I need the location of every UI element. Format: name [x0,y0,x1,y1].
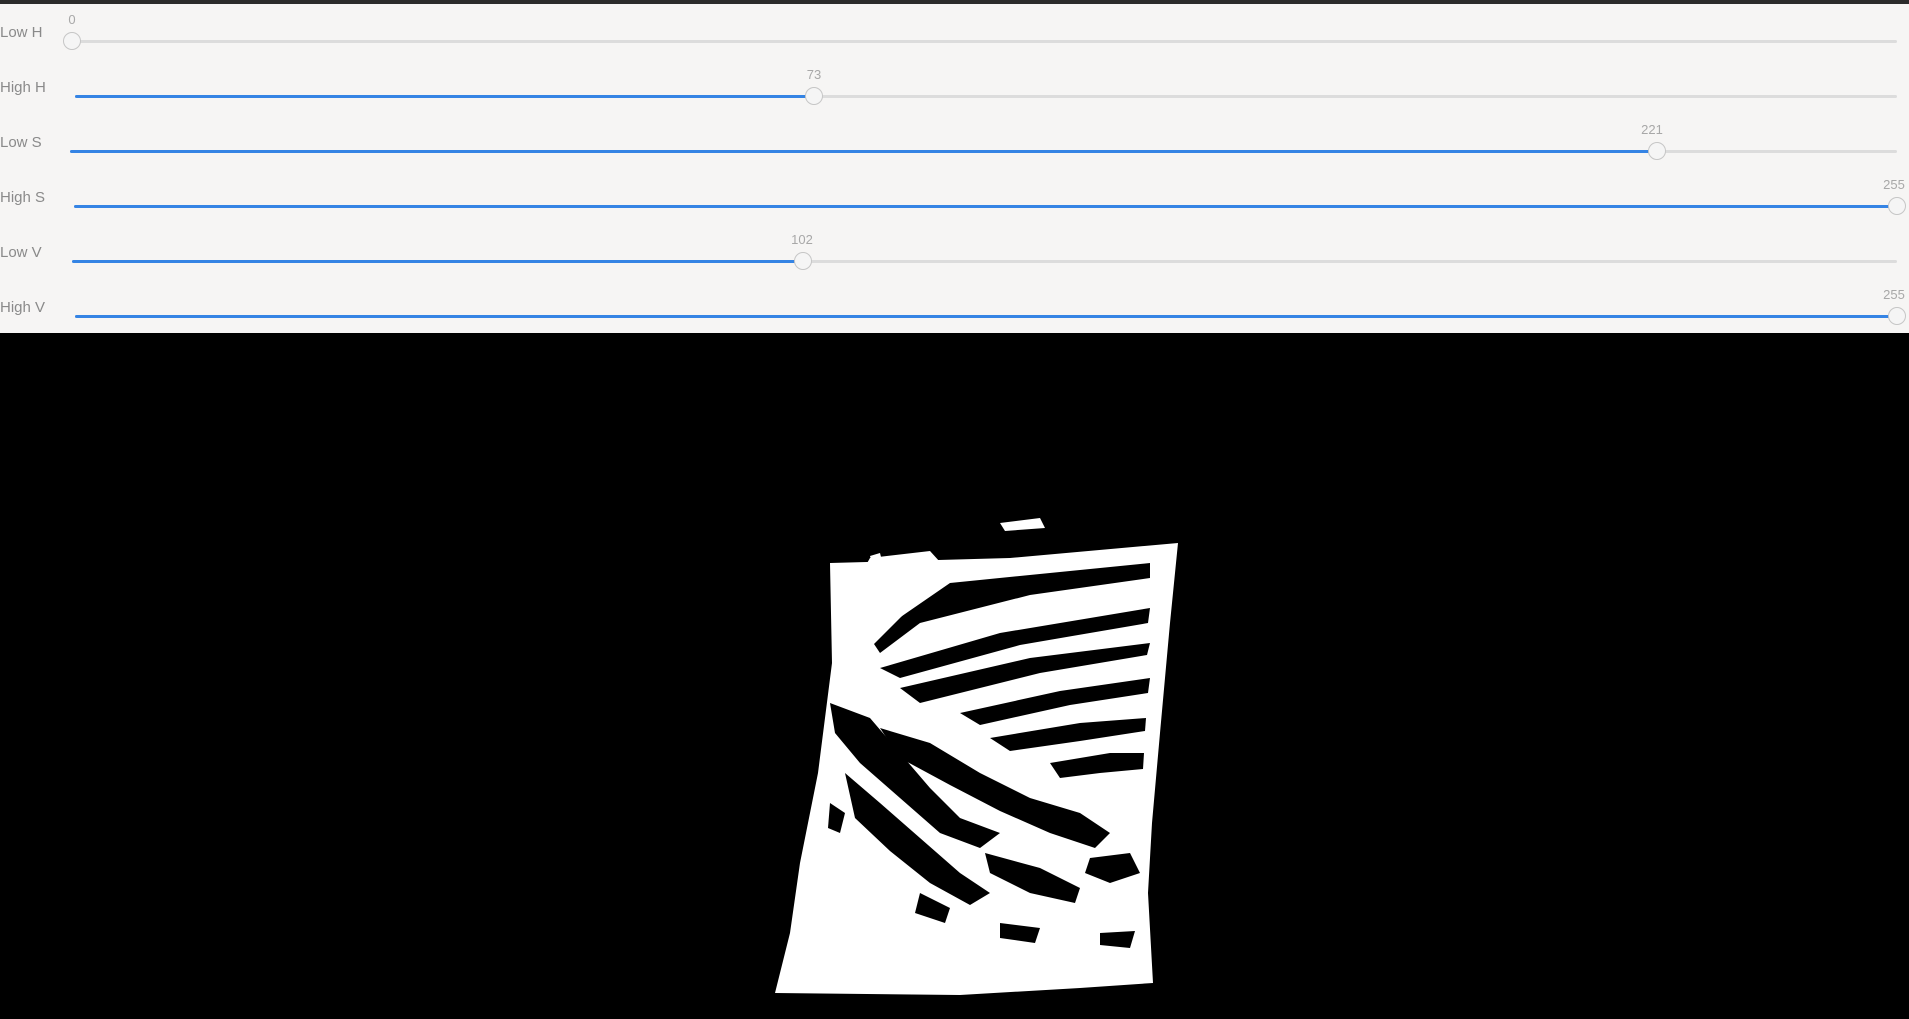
slider-handle[interactable] [1888,197,1906,215]
trackbar-panel: Low H 0 High H 73 Low S 221 High S 255 L… [0,4,1909,333]
slider-label: Low S [0,134,42,151]
slider-value: 102 [791,232,813,247]
slider-label: High V [0,299,46,316]
slider-label: High S [0,189,46,206]
slider-value: 255 [1883,177,1905,192]
slider-label: Low H [0,24,43,41]
slider-fill [72,260,803,263]
slider-track[interactable] [72,252,1897,270]
slider-label: Low V [0,244,42,261]
slider-handle[interactable] [63,32,81,50]
slider-row-high-h: High H 73 [0,59,1909,114]
slider-handle[interactable] [1647,142,1666,160]
slider-track[interactable] [74,197,1906,215]
slider-fill [74,205,1897,208]
slider-track[interactable] [70,142,1897,160]
slider-row-low-h: Low H 0 [0,4,1909,59]
slider-fill [75,315,1897,318]
slider-value: 0 [68,12,76,27]
slider-handle[interactable] [793,252,812,270]
slider-handle[interactable] [804,87,823,105]
slider-track[interactable] [75,87,1897,105]
slider-handle[interactable] [1888,307,1906,325]
slider-row-low-v: Low V 102 [0,224,1909,279]
binary-mask-image [0,333,1909,1019]
slider-fill [70,150,1657,153]
slider-value: 221 [1641,122,1663,137]
slider-row-low-s: Low S 221 [0,114,1909,169]
slider-label: High H [0,79,46,96]
slider-value: 255 [1883,287,1905,302]
slider-track[interactable] [63,32,1897,50]
mask-image-view [0,333,1909,1019]
slider-value: 73 [806,67,822,82]
slider-track[interactable] [75,307,1906,325]
slider-row-high-s: High S 255 [0,169,1909,224]
slider-row-high-v: High V 255 [0,279,1909,334]
slider-fill [75,95,814,98]
